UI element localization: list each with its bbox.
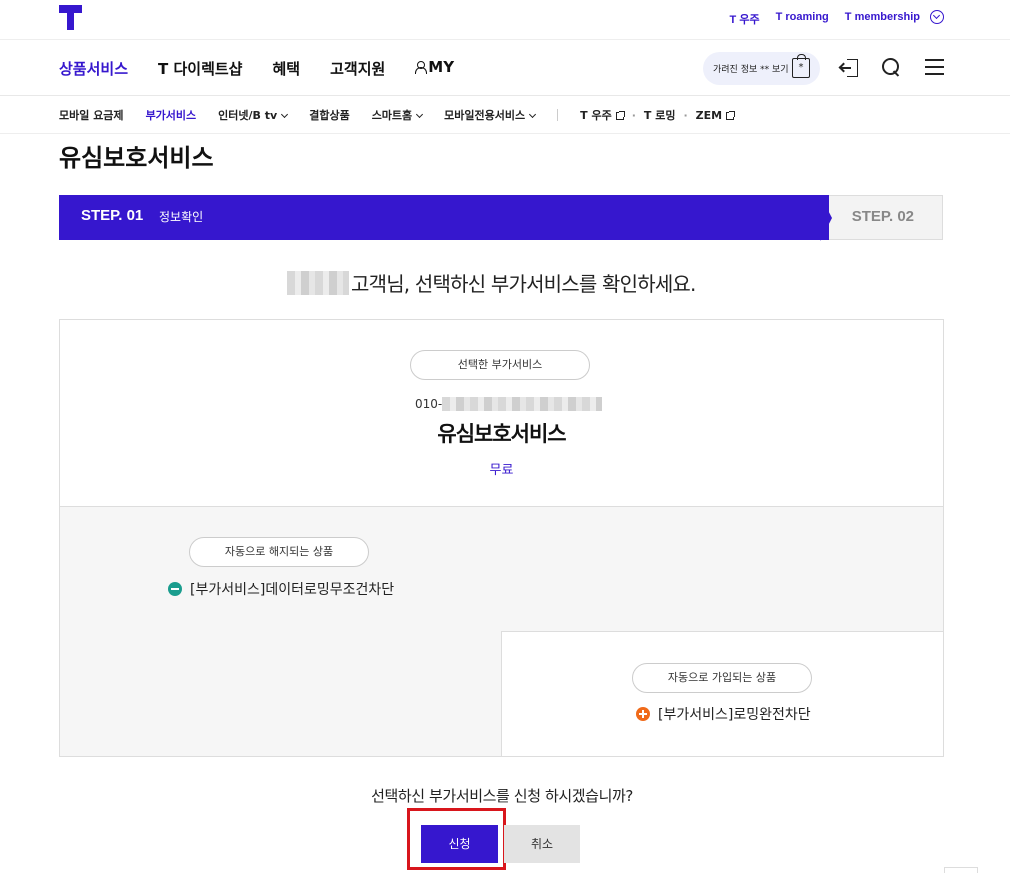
minus-circle-icon: [168, 582, 182, 596]
menu-line: [925, 66, 944, 68]
auto-join-pill: 자동으로 가입되는 상품: [632, 663, 812, 693]
t-logo[interactable]: [59, 5, 82, 30]
apply-button[interactable]: 신청: [421, 825, 498, 863]
cancel-button[interactable]: 취소: [504, 825, 580, 863]
nav-item-products[interactable]: 상품서비스: [59, 58, 128, 79]
nav-item-support[interactable]: 고객지원: [330, 58, 385, 79]
subnav-t-roaming[interactable]: T 로밍: [644, 107, 676, 123]
greeting: 고객님, 선택하신 부가서비스를 확인하세요.: [287, 268, 696, 297]
main-nav: 상품서비스 T 다이렉트샵 혜택 고객지원 MY 가려진 정보 ** 보기 *: [0, 41, 1010, 96]
step-bar: STEP. 01 정보확인 STEP. 02: [59, 195, 943, 241]
nav-item-direct-shop[interactable]: T 다이렉트샵: [158, 58, 242, 79]
main-nav-items: 상품서비스 T 다이렉트샵 혜택 고객지원 MY: [59, 58, 454, 79]
step-arrow: [820, 195, 832, 241]
step-1-number: STEP. 01: [81, 207, 144, 224]
subnav-addon-services[interactable]: 부가서비스: [146, 107, 197, 123]
phone-number: 010-: [415, 397, 603, 411]
external-link-icon: [726, 110, 736, 120]
bag-icon: *: [792, 54, 810, 78]
dot-separator: ·: [683, 108, 688, 122]
auto-join-panel: 자동으로 가입되는 상품 [부가서비스]로밍완전차단: [501, 631, 943, 756]
subnav-smart-home[interactable]: 스마트홈: [372, 107, 424, 123]
sub-nav: 모바일 요금제 부가서비스 인터넷/B tv 결합상품 스마트홈 모바일전용서비…: [0, 97, 1010, 134]
step-1-active: STEP. 01 정보확인: [59, 195, 829, 240]
sub-nav-items: 모바일 요금제 부가서비스 인터넷/B tv 결합상품 스마트홈 모바일전용서비…: [59, 107, 756, 123]
subnav-internet-btv[interactable]: 인터넷/B tv: [218, 107, 289, 123]
person-icon: [415, 61, 428, 74]
selected-service-pill: 선택한 부가서비스: [410, 350, 590, 380]
top-link-roaming[interactable]: T roaming: [776, 11, 829, 27]
step-2-number: STEP. 02: [851, 208, 914, 225]
top-link-universe[interactable]: T 우주: [730, 11, 760, 27]
greeting-text: 고객님, 선택하신 부가서비스를 확인하세요.: [351, 272, 696, 296]
hidden-info-label: 가려진 정보 ** 보기: [713, 65, 789, 75]
show-hidden-info-button[interactable]: 가려진 정보 ** 보기 *: [703, 52, 820, 85]
service-name: 유심보호서비스: [437, 422, 566, 446]
chevron-down-circle-icon[interactable]: [930, 10, 944, 24]
selected-service-panel: 선택한 부가서비스 010- 유심보호서비스 무료: [60, 320, 943, 507]
top-utility-bar: T 우주 T roaming T membership: [0, 0, 1010, 40]
external-link-icon: [615, 111, 625, 120]
dot-separator: ·: [631, 108, 636, 122]
auto-join-item: [부가서비스]로밍완전차단: [636, 704, 811, 724]
subnav-bundles[interactable]: 결합상품: [309, 107, 349, 123]
nav-item-benefits[interactable]: 혜택: [272, 58, 300, 79]
chevron-down-icon: [529, 110, 537, 119]
top-link-membership[interactable]: T membership: [845, 11, 920, 27]
masked-customer-name: [287, 270, 349, 295]
nav-item-my[interactable]: MY: [415, 58, 454, 79]
subnav-t-universe[interactable]: T 우주: [580, 107, 625, 123]
subnav-zem[interactable]: ZEM: [696, 109, 736, 122]
auto-cancel-item: [부가서비스]데이터로밍무조건차단: [168, 579, 394, 599]
login-arrow: [840, 67, 851, 69]
logo-stem: [67, 11, 74, 30]
subnav-mobile-only[interactable]: 모바일전용서비스: [444, 107, 537, 123]
subnav-mobile-plans[interactable]: 모바일 요금제: [59, 107, 124, 123]
auto-cancel-pill: 자동으로 해지되는 상품: [189, 537, 369, 567]
scroll-top-button[interactable]: [944, 867, 978, 873]
plus-circle-icon: [636, 707, 650, 721]
service-price: 무료: [489, 463, 514, 478]
menu-line: [925, 59, 944, 61]
top-links: T 우주 T roaming T membership: [730, 11, 920, 27]
auto-change-panel: 자동으로 해지되는 상품 [부가서비스]데이터로밍무조건차단 자동으로 가입되는…: [60, 507, 943, 756]
step-1-label: 정보확인: [159, 210, 204, 224]
divider: [557, 109, 559, 121]
menu-line: [925, 73, 944, 75]
service-summary-box: 선택한 부가서비스 010- 유심보호서비스 무료 자동으로 해지되는 상품 […: [59, 319, 944, 757]
page-title: 유심보호서비스: [59, 144, 214, 172]
confirm-question: 선택하신 부가서비스를 신청 하시겠습니까?: [371, 787, 633, 805]
search-icon[interactable]: [882, 58, 900, 76]
chevron-down-icon: [281, 110, 289, 119]
chevron-down-icon: [416, 110, 424, 119]
menu-icon[interactable]: [925, 59, 944, 75]
login-icon[interactable]: [840, 59, 858, 77]
masked-phone-digits: [442, 397, 603, 411]
